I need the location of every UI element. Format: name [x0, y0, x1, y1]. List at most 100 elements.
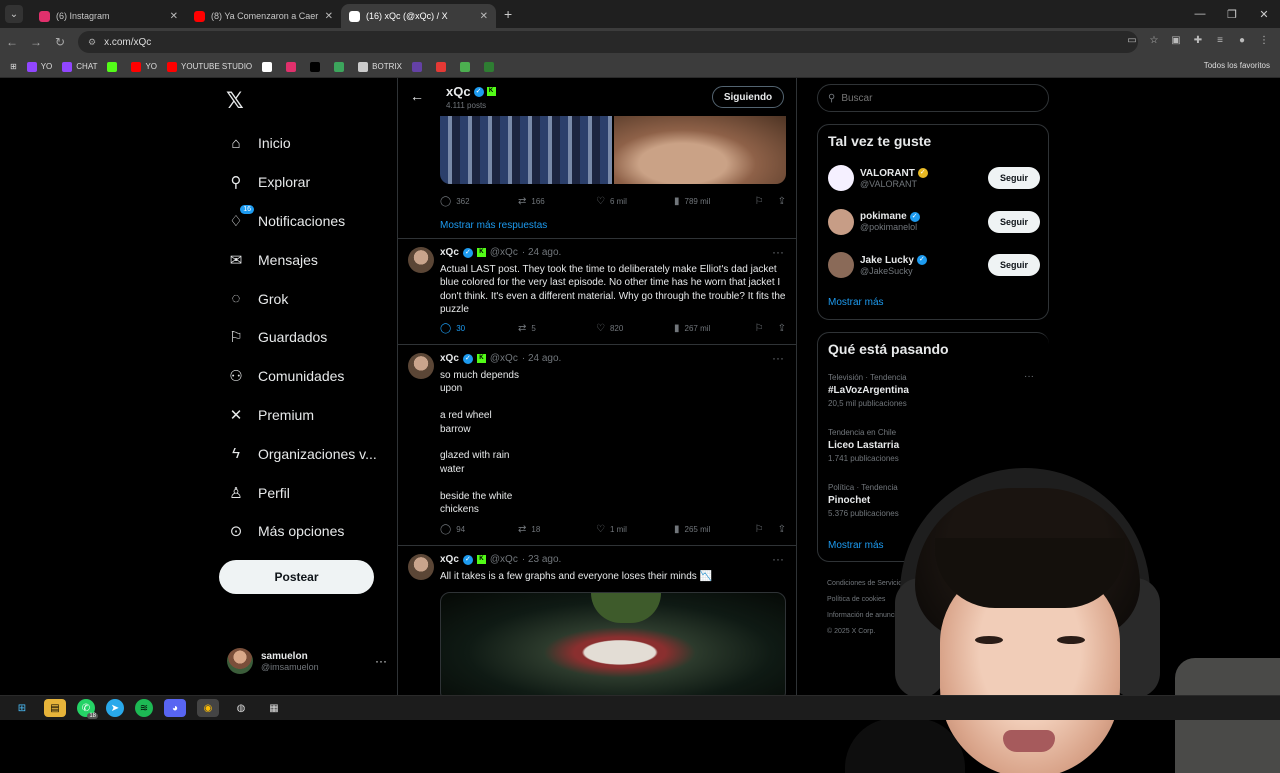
repost-button[interactable]: ⇄ 5 — [518, 323, 596, 334]
bookmark-item[interactable] — [286, 61, 300, 72]
share-icon[interactable]: ⇪ — [778, 524, 786, 535]
suggestion-item[interactable]: VALORANT ✓ @VALORANT Seguir — [828, 163, 1040, 193]
sidebar-item-home[interactable]: ⌂ Inicio — [220, 124, 377, 163]
follow-button[interactable]: Seguir — [988, 254, 1040, 276]
address-bar[interactable]: ⚙ x.com/xQc — [78, 31, 1138, 53]
media-icon[interactable]: ≡ — [1212, 32, 1228, 48]
new-tab-icon[interactable]: + — [504, 6, 512, 22]
avatar[interactable] — [408, 247, 434, 273]
tweet-media-image[interactable] — [440, 592, 786, 695]
tweet[interactable]: xQc ✓ K @xQc · 23 ago. ··· All it takes is a f… — [398, 545, 796, 695]
avatar[interactable] — [408, 353, 434, 379]
follow-button[interactable]: Seguir — [988, 210, 1040, 233]
tweet[interactable]: xQc ✓ K @xQc · 24 ago. ··· so much depends upo… — [398, 344, 796, 545]
bookmark-icon[interactable]: ⚐ — [755, 524, 764, 535]
x-logo-icon[interactable]: 𝕏 — [226, 88, 244, 114]
avatar[interactable] — [828, 252, 854, 278]
sidebar-item-bookmark[interactable]: ⚐ Guardados — [220, 318, 377, 357]
tweet-date[interactable]: · 23 ago. — [522, 554, 561, 565]
media-image-1[interactable] — [440, 116, 612, 184]
sidebar-item-search[interactable]: ⚲ Explorar — [220, 163, 377, 202]
spotify-icon[interactable]: ≋ — [135, 699, 153, 717]
bookmark-item[interactable] — [262, 61, 276, 72]
more-icon[interactable]: ··· — [772, 245, 784, 259]
reply-button[interactable]: ◯ 30 — [440, 323, 518, 334]
tab-close-icon[interactable]: ✕ — [170, 11, 178, 22]
bookmark-item[interactable]: YO — [26, 61, 52, 72]
reply-button[interactable]: ◯ 362 — [440, 196, 518, 207]
close-window-icon[interactable]: ✕ — [1248, 0, 1280, 28]
sidebar-item-communities[interactable]: ⚇ Comunidades — [220, 357, 377, 396]
bookmark-item[interactable] — [334, 61, 348, 72]
tweet-handle[interactable]: @xQc — [490, 247, 518, 258]
suggestion-item[interactable]: pokimane ✓ @pokimanelol Seguir — [828, 207, 1040, 237]
like-button[interactable]: ♡ 1 mil — [596, 524, 674, 535]
star-icon[interactable]: ☆ — [1146, 32, 1162, 48]
trend-item[interactable]: Tendencia en Chile Liceo Lastarria 1.741 p… — [828, 428, 1040, 463]
browser-tab[interactable]: (16) xQc (@xQc) / X ✕ — [341, 4, 496, 28]
views-button[interactable]: ▮ 267 mil — [674, 323, 752, 334]
sidebar-item-bell[interactable]: ♢ 16 Notificaciones — [220, 202, 377, 241]
tweet-handle[interactable]: @xQc — [490, 554, 518, 565]
post-button[interactable]: Postear — [219, 560, 374, 594]
sidebar-item-grok[interactable]: ◌ Grok — [220, 279, 377, 318]
obs-icon[interactable]: ◍ — [230, 699, 252, 717]
sidebar-item-x-premium[interactable]: ✕ Premium — [220, 396, 377, 435]
chrome-icon[interactable]: ◉ — [197, 699, 219, 717]
search-input[interactable] — [841, 92, 1022, 104]
bookmark-item[interactable] — [435, 61, 450, 72]
sidebar-item-more-circle[interactable]: ⊙ Más opciones — [220, 512, 377, 551]
following-button[interactable]: Siguiendo — [712, 86, 784, 108]
reply-button[interactable]: ◯ 94 — [440, 524, 518, 535]
bookmark-item[interactable] — [310, 61, 324, 72]
views-button[interactable]: ▮ 265 mil — [674, 524, 752, 535]
apps-icon[interactable]: ⊞ — [10, 62, 17, 71]
whatsapp-icon[interactable]: ✆ 18 — [77, 699, 98, 719]
trend-item[interactable]: Televisión · Tendencia #LaVozArgentina 20,… — [828, 371, 1040, 408]
avatar[interactable] — [828, 208, 854, 235]
more-icon[interactable]: ··· — [375, 654, 387, 668]
extension-icon[interactable]: ▣ — [1168, 32, 1184, 48]
tab-search-icon[interactable]: ⌄ — [5, 5, 23, 23]
tab-close-icon[interactable]: ✕ — [480, 11, 488, 22]
sidebar-item-lightning[interactable]: ϟ Organizaciones v... — [220, 434, 377, 473]
back-icon[interactable]: ← — [0, 35, 24, 49]
forward-icon[interactable]: → — [24, 35, 48, 49]
epic-games-icon[interactable]: ▦ — [263, 699, 285, 717]
tweet-date[interactable]: · 24 ago. — [522, 247, 561, 258]
tweet-author[interactable]: xQc — [440, 554, 459, 565]
file-explorer-icon[interactable]: ▤ — [44, 699, 66, 717]
tweet-media[interactable] — [440, 116, 786, 184]
bookmark-icon[interactable]: ⚐ — [755, 323, 764, 334]
tab-close-icon[interactable]: ✕ — [325, 11, 333, 22]
bookmark-item[interactable] — [411, 61, 426, 72]
more-icon[interactable]: ··· — [1024, 371, 1034, 382]
tweet-author[interactable]: xQc — [440, 353, 459, 364]
account-switcher[interactable]: samuelon @imsamuelon ··· — [227, 648, 387, 674]
media-image-2[interactable] — [614, 116, 786, 184]
like-button[interactable]: ♡ 6 mil — [596, 196, 674, 207]
reload-icon[interactable]: ↻ — [48, 35, 72, 49]
browser-tab[interactable]: (8) Ya Comenzaron a Caer - You ✕ — [186, 4, 341, 28]
all-bookmarks[interactable]: Todos los favoritos — [1204, 61, 1270, 70]
bookmark-item[interactable]: YOUTUBE STUDIO — [167, 61, 252, 72]
repost-button[interactable]: ⇄ 166 — [518, 196, 596, 207]
bookmark-item[interactable]: CHAT — [62, 61, 97, 72]
show-more-suggestions-link[interactable]: Mostrar más — [828, 297, 884, 308]
tweet-author[interactable]: xQc — [440, 247, 459, 258]
bookmark-item[interactable] — [459, 61, 474, 72]
minimize-icon[interactable]: — — [1184, 0, 1216, 28]
sidebar-item-mail[interactable]: ✉ Mensajes — [220, 240, 377, 279]
tweet[interactable]: xQc ✓ K @xQc · 24 ago. ··· Actual LAST post. T… — [398, 238, 796, 344]
views-button[interactable]: ▮ 789 mil — [674, 196, 752, 207]
windows-start-icon[interactable]: ⊞ — [11, 699, 33, 717]
bookmark-item[interactable] — [107, 61, 121, 72]
search-box[interactable]: ⚲ — [817, 84, 1049, 112]
more-icon[interactable]: ··· — [772, 552, 784, 566]
restore-icon[interactable]: ❐ — [1216, 0, 1248, 28]
bookmark-item[interactable]: BOTRIX — [358, 61, 402, 72]
telegram-icon[interactable]: ➤ — [106, 699, 124, 717]
tweet-date[interactable]: · 24 ago. — [522, 353, 561, 364]
more-icon[interactable]: ··· — [772, 351, 784, 365]
avatar[interactable] — [828, 165, 854, 191]
